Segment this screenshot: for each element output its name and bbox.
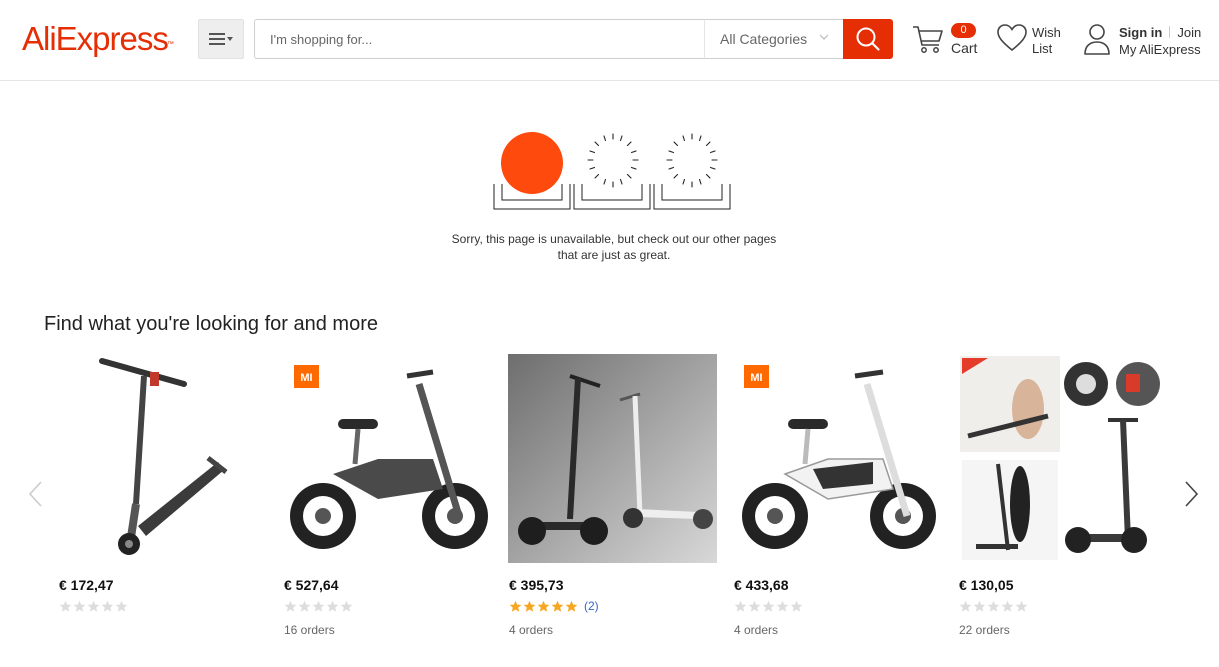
star-icon — [59, 600, 72, 612]
star-icon — [987, 600, 1000, 612]
message-line-2: that are just as great. — [557, 248, 671, 262]
star-icon — [340, 600, 353, 612]
star-icon — [1001, 600, 1014, 612]
star-icon — [959, 600, 972, 612]
product-rating: (2) — [508, 599, 717, 613]
star-icon — [762, 600, 775, 612]
product-rating — [958, 599, 1167, 613]
star-icon — [973, 600, 986, 612]
search-button[interactable] — [843, 19, 893, 59]
product-rating — [58, 599, 267, 613]
account-menu[interactable]: Sign in Join My AliExpress — [1083, 22, 1201, 57]
star-icon — [1015, 600, 1028, 612]
section-title: Find what you're looking for and more — [44, 313, 378, 335]
join-link[interactable]: Join — [1177, 25, 1201, 40]
aliexpress-logo[interactable]: AliExpress ™ — [22, 19, 174, 59]
category-select[interactable]: All Categories — [704, 19, 843, 59]
star-icon — [551, 600, 564, 612]
star-icon — [326, 600, 339, 612]
star-icon — [565, 600, 578, 612]
cart-icon — [913, 26, 943, 53]
star-icon — [312, 600, 325, 612]
heart-icon — [997, 24, 1027, 52]
product-price: € 130,05 — [959, 577, 1014, 593]
search-icon — [856, 27, 880, 51]
product-card[interactable]: € 172,47 — [58, 354, 267, 623]
cart-count-badge: 0 — [951, 23, 976, 38]
sign-in-link[interactable]: Sign in — [1119, 25, 1162, 40]
menu-icon — [209, 33, 233, 45]
product-image[interactable]: MI — [283, 354, 492, 563]
chevron-left-icon[interactable] — [26, 480, 46, 508]
product-orders: 4 orders — [734, 623, 779, 637]
star-icon — [523, 600, 536, 612]
user-icon — [1084, 24, 1110, 55]
product-orders: 22 orders — [959, 623, 1010, 637]
logo-trademark: ™ — [166, 41, 174, 48]
star-icon — [790, 600, 803, 612]
star-icon — [537, 600, 550, 612]
chevron-right-icon[interactable] — [1181, 480, 1201, 508]
svg-text:MI: MI — [750, 372, 762, 384]
cart-label: Cart — [951, 40, 978, 56]
product-rating — [283, 599, 492, 613]
svg-text:MI: MI — [300, 372, 312, 384]
star-icon — [115, 600, 128, 612]
search-bar: All Categories — [254, 19, 893, 59]
star-icon — [748, 600, 761, 612]
divider — [1169, 26, 1171, 38]
page-unavailable-message: Sorry, this page is unavailable, but che… — [409, 231, 819, 263]
product-image[interactable] — [958, 354, 1167, 563]
my-aliexpress-link[interactable]: My AliExpress — [1119, 42, 1201, 57]
search-input[interactable] — [254, 19, 705, 59]
star-icon — [298, 600, 311, 612]
product-price: € 172,47 — [59, 577, 114, 593]
product-card[interactable]: MI € 527,64 16 orders — [283, 354, 492, 637]
site-header: AliExpress™ All Categories — [0, 0, 1219, 81]
product-image[interactable] — [58, 354, 267, 563]
star-icon — [101, 600, 114, 612]
message-line-1: Sorry, this page is unavailable, but che… — [451, 232, 777, 246]
category-menu-button[interactable] — [198, 19, 244, 59]
product-image[interactable]: MI — [733, 354, 942, 563]
star-icon — [87, 600, 100, 612]
category-select-label: All Categories — [720, 31, 808, 47]
chevron-down-icon — [819, 34, 829, 40]
page-unavailable-illustration — [493, 132, 731, 210]
product-orders: 4 orders — [509, 623, 554, 637]
product-rating — [733, 599, 942, 613]
review-count-link[interactable]: (2) — [584, 599, 599, 613]
wish-list-label: Wish List — [1032, 25, 1061, 56]
wish-list-link[interactable]: Wish List — [996, 22, 1061, 56]
product-card[interactable]: MI € 433,68 4 orders — [733, 354, 942, 637]
account-text: Sign in Join My AliExpress — [1119, 24, 1219, 58]
star-icon — [509, 600, 522, 612]
product-price: € 395,73 — [509, 577, 564, 593]
product-card[interactable]: € 130,05 22 orders — [958, 354, 1167, 637]
star-icon — [284, 600, 297, 612]
product-image[interactable] — [508, 354, 717, 563]
product-price: € 433,68 — [734, 577, 789, 593]
product-price: € 527,64 — [284, 577, 339, 593]
product-card[interactable]: € 395,73 (2) 4 orders — [508, 354, 717, 637]
logo-text: AliExpress — [22, 20, 169, 57]
star-icon — [73, 600, 86, 612]
star-icon — [734, 600, 747, 612]
product-orders: 16 orders — [284, 623, 335, 637]
cart-link[interactable]: 0 Cart — [911, 22, 977, 56]
star-icon — [776, 600, 789, 612]
